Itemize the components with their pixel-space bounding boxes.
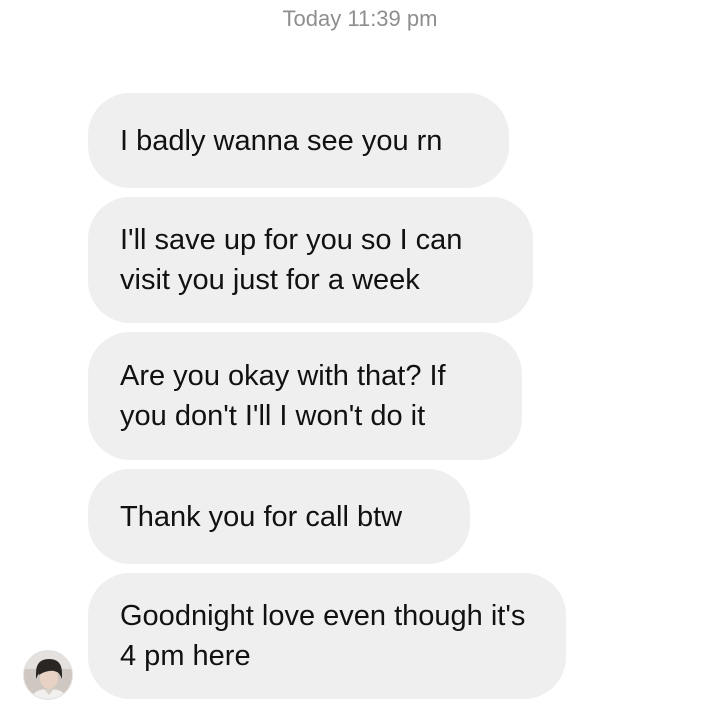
message-bubble[interactable]: Are you okay with that? If you don't I'l… [88,332,522,460]
message-timestamp: Today 11:39 pm [282,6,438,31]
avatar-photo-icon [24,651,72,699]
message-text: I'll save up for you so I can visit you … [120,224,463,296]
message-bubble[interactable]: I'll save up for you so I can visit you … [88,197,533,323]
message-bubble[interactable]: I badly wanna see you rn [88,93,509,188]
message-text: Thank you for call btw [120,500,403,533]
message-text: Are you okay with that? If you don't I'l… [120,360,446,432]
message-text: I badly wanna see you rn [120,124,443,157]
message-bubble[interactable]: Thank you for call btw [88,469,470,564]
message-text: Goodnight love even though it's 4 pm her… [120,600,526,672]
message-bubble[interactable]: Goodnight love even though it's 4 pm her… [88,573,566,699]
sender-avatar[interactable] [23,650,73,700]
